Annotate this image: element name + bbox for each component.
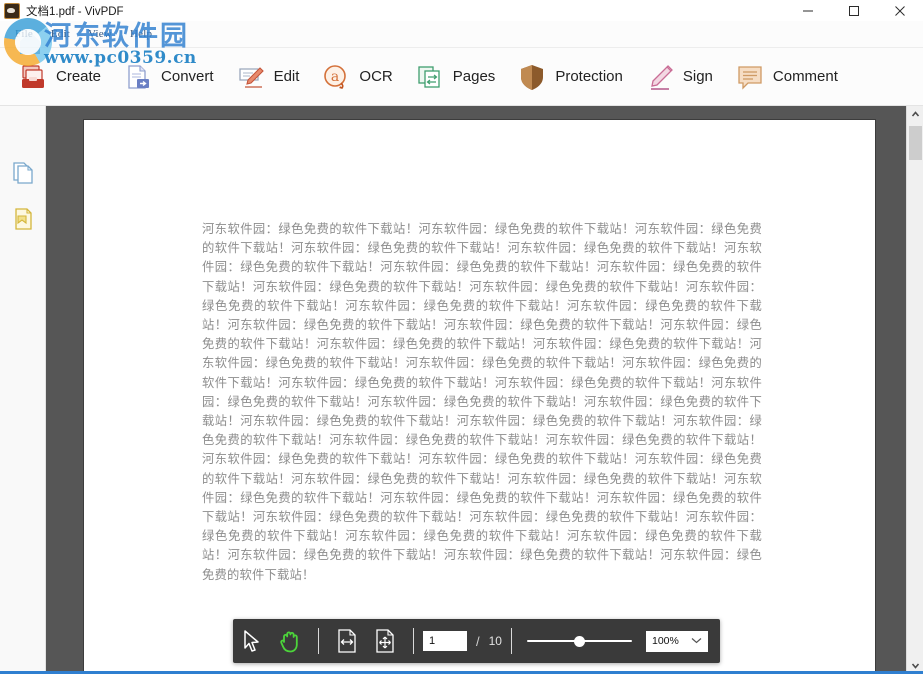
title-bar: 文档1.pdf - VivPDF [0,0,923,22]
page-number-input[interactable]: 1 [423,631,467,651]
ribbon-button-pages[interactable]: Pages [415,62,496,92]
shield-icon [521,64,544,90]
toolbar-separator-3 [510,628,512,654]
ribbon-button-create[interactable]: Create [18,62,101,92]
page-separator: / [476,633,480,649]
select-arrow-icon [244,630,259,652]
bookmark-icon[interactable] [10,206,36,232]
pdf-page: 河东软件园：绿色免费的软件下载站！河东软件园：绿色免费的软件下载站！河东软件园：… [84,120,875,674]
chevron-up-icon [911,111,920,117]
zoom-slider-thumb[interactable] [573,636,585,647]
ribbon-label-sign: Sign [682,68,713,85]
zoom-level-value: 100% [651,635,679,647]
menu-bar: File Edit View Help [0,21,923,48]
app-icon [4,2,20,19]
ribbon-label-edit: Edit [273,68,300,85]
ribbon-toolbar: Create Convert Edit a OCR Pages Protecti… [0,48,923,106]
zoom-slider[interactable] [526,631,632,651]
ribbon-button-edit[interactable]: Edit [236,62,300,92]
menu-item-help[interactable]: Help [121,25,161,43]
pages-icon [418,65,440,88]
ribbon-button-ocr[interactable]: a OCR [321,62,393,92]
scrollbar-thumb[interactable] [909,126,922,160]
maximize-button[interactable] [831,0,877,21]
comment-bubble-icon [738,65,762,90]
create-document-icon [22,64,44,88]
ribbon-label-ocr: OCR [359,68,393,85]
toolbar-separator-1 [318,628,319,654]
window-controls [785,0,923,21]
ribbon-button-protection[interactable]: Protection [517,62,623,92]
fit-page-button[interactable] [366,619,404,663]
vertical-scrollbar[interactable] [906,106,923,674]
page-total-count: 10 [488,634,502,648]
chevron-down-icon [691,637,702,646]
menu-item-view[interactable]: View [79,25,121,43]
fit-page-icon [376,629,394,653]
maximize-icon [849,5,859,16]
vivpdf-window: 文档1.pdf - VivPDF File Edit View Help 河东软… [0,0,923,674]
main-area: 河东软件园：绿色免费的软件下载站！河东软件园：绿色免费的软件下载站！河东软件园：… [0,106,923,674]
ribbon-label-pages: Pages [452,68,496,85]
ribbon-button-comment[interactable]: Comment [735,62,838,92]
convert-document-icon [128,64,150,89]
left-sidebar [0,106,46,674]
close-button[interactable] [877,0,923,21]
hand-tool-button[interactable] [271,619,309,663]
sign-pen-icon [650,64,673,90]
fit-width-button[interactable] [328,619,366,663]
fit-width-icon [338,629,356,653]
scroll-up-button[interactable] [907,106,923,123]
pdf-viewer[interactable]: 河东软件园：绿色免费的软件下载站！河东软件园：绿色免费的软件下载站！河东软件园：… [46,106,923,674]
window-title: 文档1.pdf - VivPDF [26,5,124,18]
svg-text:a: a [331,69,339,85]
minimize-icon [803,10,813,11]
zoom-level-select[interactable]: 100% [645,630,708,652]
ribbon-label-protection: Protection [555,68,623,85]
viewer-bottom-toolbar: 1 / 10 100% [233,619,720,663]
hand-tool-icon [280,631,298,653]
page-thumbnails-icon[interactable] [10,160,36,186]
ocr-at-icon: a [324,64,347,89]
pdf-page-text: 河东软件园：绿色免费的软件下载站！河东软件园：绿色免费的软件下载站！河东软件园：… [202,222,762,582]
ribbon-button-convert[interactable]: Convert [123,62,214,92]
ribbon-label-create: Create [56,68,102,85]
ribbon-label-convert: Convert [161,68,214,85]
minimize-button[interactable] [785,0,831,21]
close-icon [895,5,905,16]
ribbon-label-comment: Comment [772,68,838,85]
select-tool-button[interactable] [233,619,271,663]
chevron-down-icon [911,663,920,669]
toolbar-separator-2 [413,628,414,654]
ribbon-button-sign[interactable]: Sign [645,62,713,92]
menu-item-edit[interactable]: Edit [42,25,79,43]
menu-item-file[interactable]: File [6,25,42,43]
edit-pencil-icon [238,66,264,88]
